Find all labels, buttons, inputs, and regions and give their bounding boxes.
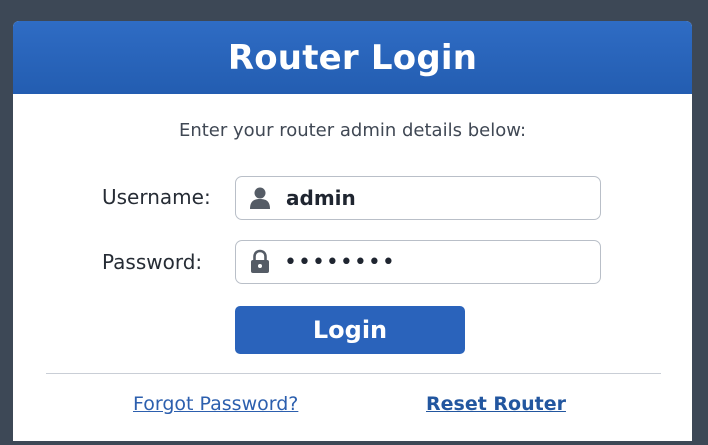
lock-icon xyxy=(248,249,272,274)
username-label: Username: xyxy=(102,185,211,209)
page-title: Router Login xyxy=(227,37,478,78)
username-field[interactable]: admin xyxy=(235,176,601,220)
password-label: Password: xyxy=(102,250,203,274)
login-instructions: Enter your router admin details below: xyxy=(178,120,527,141)
login-panel: Router Login Enter your router admin det… xyxy=(13,21,692,441)
password-value: •••••••• xyxy=(284,249,396,275)
window-frame: Router Login Enter your router admin det… xyxy=(0,0,708,445)
login-button[interactable]: Login xyxy=(235,306,465,354)
username-value: admin xyxy=(286,186,356,210)
password-field[interactable]: •••••••• xyxy=(235,240,601,284)
login-header: Router Login xyxy=(13,21,692,94)
divider xyxy=(46,373,661,374)
forgot-password-link[interactable]: Forgot Password? xyxy=(133,393,298,415)
user-icon xyxy=(248,186,272,210)
reset-router-link[interactable]: Reset Router xyxy=(426,393,566,415)
